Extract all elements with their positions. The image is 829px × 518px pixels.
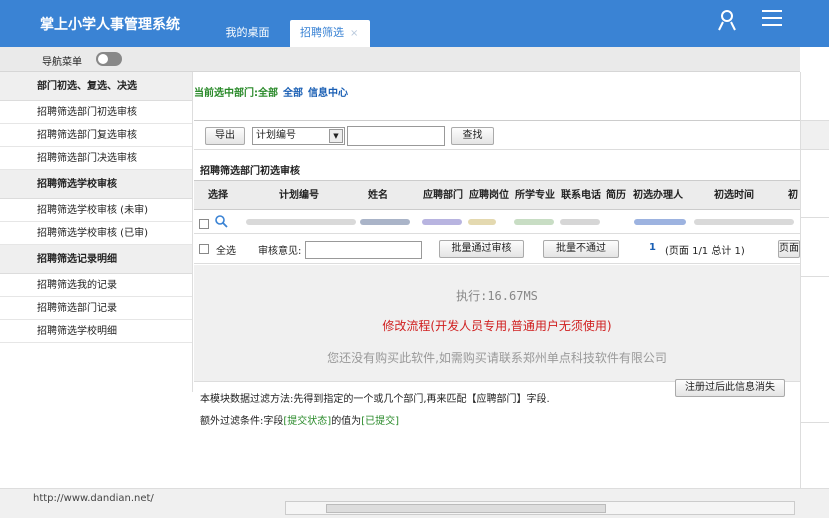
status-url: http://www.dandian.net/ xyxy=(33,493,154,504)
purchase-notice: 您还没有购买此软件,如需购买请联系郑州单点科技软件有限公司 xyxy=(327,351,667,365)
blurred-position xyxy=(468,219,496,225)
tab-desktop[interactable]: 我的桌面 xyxy=(210,20,285,47)
status-bar: http://www.dandian.net/ xyxy=(0,488,829,518)
sidebar-group-school[interactable]: 招聘筛选学校审核 xyxy=(0,170,192,199)
th-select: 选择 xyxy=(208,190,228,201)
sidebar-item-school-details[interactable]: 招聘筛选学校明细 xyxy=(0,320,192,343)
th-handler: 初选办理人 xyxy=(633,190,683,201)
user-icon[interactable] xyxy=(718,9,736,31)
blurred-handler xyxy=(634,219,686,225)
filter-value: [已提交] xyxy=(361,416,399,427)
page-number[interactable]: 1 xyxy=(649,242,656,253)
exec-time: 执行:16.67MS xyxy=(456,289,538,303)
field-select-value: 计划编号 xyxy=(256,130,296,141)
opinion-input[interactable] xyxy=(305,241,422,259)
crumb-link-all[interactable]: 全部 xyxy=(283,88,303,99)
crumb-link-info-center[interactable]: 信息中心 xyxy=(308,88,348,99)
page-jump-button[interactable]: 页面 xyxy=(778,240,800,258)
app-title: 掌上小学人事管理系统 xyxy=(40,17,180,33)
th-phone: 联系电话 xyxy=(561,190,601,201)
chevron-down-icon: ▼ xyxy=(329,129,343,143)
current-dept-label: 当前选中部门:全部 xyxy=(194,88,278,99)
nav-menu-toggle[interactable] xyxy=(96,52,122,66)
th-major: 所学专业 xyxy=(515,190,555,201)
sidebar-group-records[interactable]: 招聘筛选记录明细 xyxy=(0,245,192,274)
info-panel: 执行:16.67MS 修改流程(开发人员专用,普通用户无须使用) 您还没有购买此… xyxy=(194,265,800,382)
sidebar-item-dept-initial[interactable]: 招聘筛选部门初选审核 xyxy=(0,101,192,124)
filter-prefix: 额外过滤条件:字段 xyxy=(200,416,284,427)
page-info: (页面 1/1 总计 1) xyxy=(665,246,745,257)
sidebar-item-dept-records[interactable]: 招聘筛选部门记录 xyxy=(0,297,192,320)
action-bar: 全选 审核意见: 批量通过审核 批量不通过 1 (页面 1/1 总计 1) 页面 xyxy=(194,234,800,264)
blurred-phone xyxy=(560,219,600,225)
batch-reject-button[interactable]: 批量不通过 xyxy=(543,240,619,258)
th-dept: 应聘部门 xyxy=(423,190,463,201)
th-truncated: 初 xyxy=(788,190,798,201)
th-plan-no: 计划编号 xyxy=(279,190,319,201)
sidebar-item-school-pending[interactable]: 招聘筛选学校审核 (未审) xyxy=(0,199,192,222)
dismiss-notice-button[interactable]: 注册过后此信息消失 xyxy=(675,379,785,397)
th-position: 应聘岗位 xyxy=(469,190,509,201)
toolbar: 导出 计划编号 ▼ 查找 xyxy=(194,120,800,150)
table-header: 选择 计划编号 姓名 应聘部门 应聘岗位 所学专业 联系电话 简历 初选办理人 … xyxy=(194,180,800,210)
main-content: 当前选中部门:全部 全部 信息中心 导出 计划编号 ▼ 查找 招聘筛选部门初选审核 … xyxy=(194,72,800,488)
tab-recruit-filter-label: 招聘筛选 xyxy=(300,26,344,39)
scrollbar-thumb[interactable] xyxy=(326,504,606,513)
nav-menu-label: 导航菜单 xyxy=(42,57,82,68)
sidebar-item-my-records[interactable]: 招聘筛选我的记录 xyxy=(0,274,192,297)
right-panel-stub xyxy=(800,72,829,488)
filter-note-2: 额外过滤条件:字段[提交状态]的值为[已提交] xyxy=(200,412,399,427)
row-checkbox[interactable] xyxy=(199,219,209,229)
section-title: 招聘筛选部门初选审核 xyxy=(200,166,300,177)
sidebar-item-dept-review[interactable]: 招聘筛选部门复选审核 xyxy=(0,124,192,147)
close-icon[interactable]: × xyxy=(350,28,358,39)
sidebar-group-dept[interactable]: 部门初选、复选、决选 xyxy=(0,72,192,101)
table-row[interactable] xyxy=(194,210,800,234)
modify-flow-link[interactable]: 修改流程(开发人员专用,普通用户无须使用) xyxy=(194,317,800,334)
tab-recruit-filter[interactable]: 招聘筛选 × xyxy=(290,20,370,47)
th-resume: 简历 xyxy=(606,190,626,201)
th-name: 姓名 xyxy=(368,190,388,201)
field-select[interactable]: 计划编号 ▼ xyxy=(252,127,345,145)
select-all-label: 全选 xyxy=(216,246,236,257)
sidebar-item-school-done[interactable]: 招聘筛选学校审核 (已审) xyxy=(0,222,192,245)
breadcrumb: 当前选中部门:全部 全部 信息中心 xyxy=(194,84,348,99)
batch-approve-button[interactable]: 批量通过审核 xyxy=(439,240,524,258)
magnifier-icon[interactable] xyxy=(214,214,228,228)
filter-field: [提交状态] xyxy=(283,416,332,427)
export-button[interactable]: 导出 xyxy=(205,127,245,145)
sidebar-item-dept-final[interactable]: 招聘筛选部门决选审核 xyxy=(0,147,192,170)
horizontal-scrollbar[interactable] xyxy=(285,501,795,515)
nav-bar: 导航菜单 xyxy=(0,47,800,72)
blurred-major xyxy=(514,219,554,225)
search-input[interactable] xyxy=(347,126,445,146)
blurred-name xyxy=(360,219,410,225)
blurred-dept xyxy=(422,219,462,225)
opinion-label: 审核意见: xyxy=(258,246,302,257)
th-time: 初选时间 xyxy=(714,190,754,201)
top-bar: 掌上小学人事管理系统 我的桌面 招聘筛选 × xyxy=(0,0,829,47)
select-all-checkbox[interactable] xyxy=(199,244,209,254)
search-button[interactable]: 查找 xyxy=(451,127,494,145)
filter-mid: 的值为 xyxy=(331,416,362,427)
blurred-time xyxy=(694,219,794,225)
filter-note-1: 本模块数据过滤方法:先得到指定的一个或几个部门,再来匹配【应聘部门】字段. xyxy=(200,394,550,405)
hamburger-menu-icon[interactable] xyxy=(762,10,782,28)
blurred-plan-no xyxy=(246,219,356,225)
sidebar: 部门初选、复选、决选 招聘筛选部门初选审核 招聘筛选部门复选审核 招聘筛选部门决… xyxy=(0,72,193,392)
